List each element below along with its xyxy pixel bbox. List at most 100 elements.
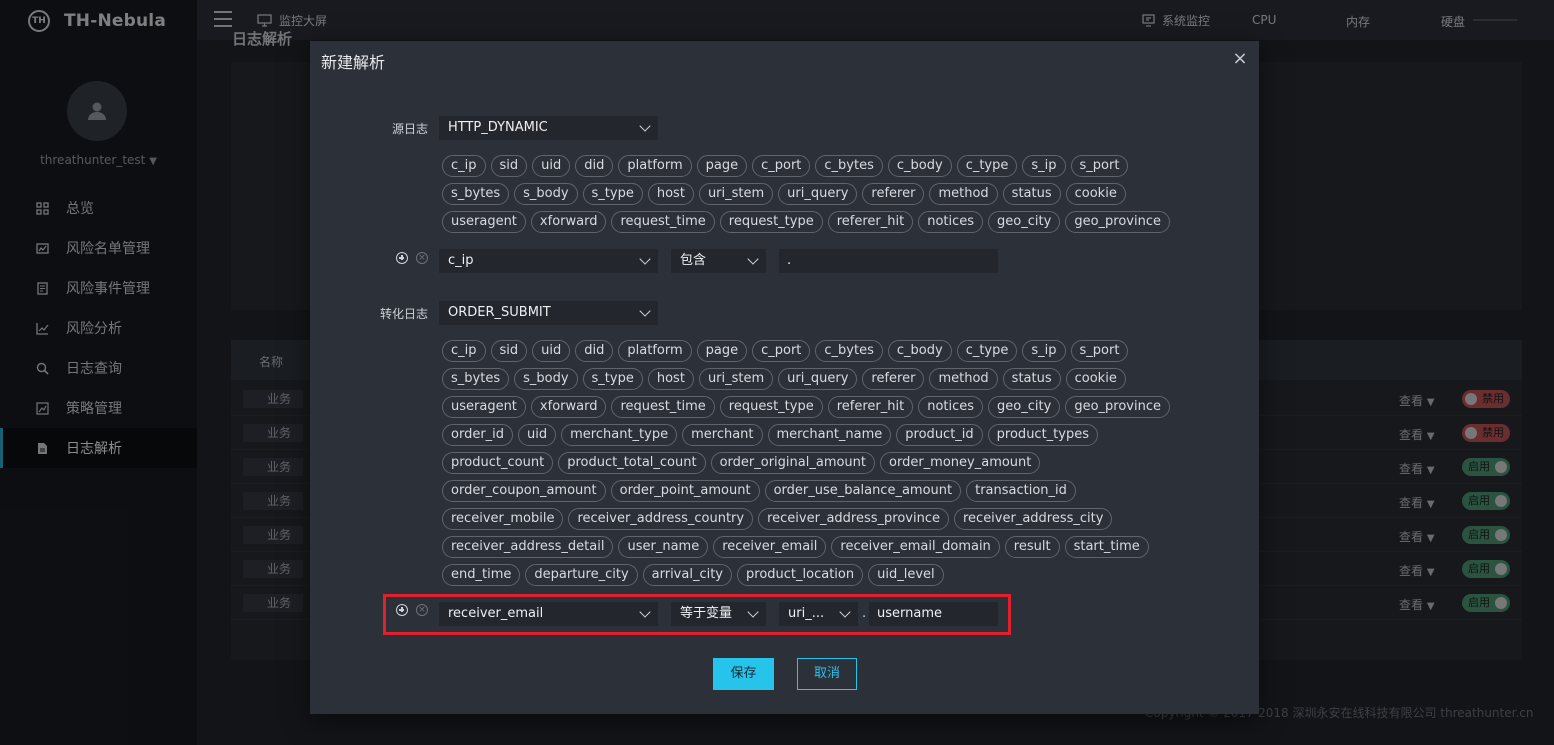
field-tag[interactable]: product_types	[987, 424, 1098, 446]
field-tag[interactable]: s_ip	[1022, 340, 1066, 362]
field-tag[interactable]: uri_query	[778, 368, 858, 390]
field-tag[interactable]: receiver_email_domain	[831, 536, 1000, 558]
field-tag[interactable]: uid_level	[868, 564, 944, 586]
field-tag[interactable]: c_bytes	[815, 155, 883, 177]
field-tag[interactable]: c_type	[956, 155, 1018, 177]
field-tag[interactable]: start_time	[1064, 536, 1149, 558]
field-tag[interactable]: arrival_city	[642, 564, 733, 586]
field-tag[interactable]: method	[929, 368, 998, 390]
close-icon[interactable]: ×	[1232, 48, 1248, 69]
field-tag[interactable]: s_port	[1070, 155, 1129, 177]
field-tag[interactable]: referer	[862, 183, 925, 205]
field-tag[interactable]: c_type	[956, 340, 1018, 362]
field-tag[interactable]: result	[1004, 536, 1060, 558]
field-tag[interactable]: product_total_count	[558, 452, 706, 474]
target-rule-field-select[interactable]: receiver_email	[439, 602, 658, 626]
field-tag[interactable]: c_ip	[442, 340, 486, 362]
field-tag[interactable]: c_body	[887, 340, 952, 362]
field-tag[interactable]: method	[929, 183, 998, 205]
field-tag[interactable]: product_location	[737, 564, 864, 586]
field-tag[interactable]: merchant_name	[767, 424, 892, 446]
field-tag[interactable]: request_type	[719, 396, 823, 418]
field-tag[interactable]: end_time	[442, 564, 521, 586]
field-tag[interactable]: did	[575, 155, 614, 177]
field-tag[interactable]: transaction_id	[966, 480, 1076, 502]
field-tag[interactable]: receiver_address_country	[568, 508, 754, 530]
field-tag[interactable]: notices	[918, 211, 984, 233]
target-rule-var-name-input[interactable]: username	[869, 602, 998, 626]
field-tag[interactable]: host	[647, 183, 694, 205]
remove-condition-icon[interactable]: ×	[416, 604, 428, 616]
field-tag[interactable]: xforward	[530, 396, 607, 418]
field-tag[interactable]: geo_city	[988, 211, 1061, 233]
remove-condition-icon[interactable]: ×	[416, 252, 428, 264]
field-tag[interactable]: uri_stem	[698, 368, 774, 390]
field-tag[interactable]: receiver_address_city	[953, 508, 1113, 530]
field-tag[interactable]: c_port	[752, 155, 811, 177]
field-tag[interactable]: did	[575, 340, 614, 362]
field-tag[interactable]: c_body	[887, 155, 952, 177]
field-tag[interactable]: s_body	[514, 368, 578, 390]
cancel-button[interactable]: 取消	[797, 658, 857, 690]
field-tag[interactable]: uri_query	[778, 183, 858, 205]
field-tag[interactable]: s_bytes	[442, 183, 510, 205]
target-rule-var-source-select[interactable]: uri_...	[779, 602, 858, 626]
field-tag[interactable]: geo_province	[1065, 211, 1170, 233]
field-tag[interactable]: order_id	[442, 424, 514, 446]
field-tag[interactable]: request_time	[611, 396, 715, 418]
field-tag[interactable]: useragent	[442, 211, 526, 233]
field-tag[interactable]: c_ip	[442, 155, 486, 177]
field-tag[interactable]: uri_stem	[698, 183, 774, 205]
field-tag[interactable]: product_count	[442, 452, 554, 474]
field-tag[interactable]: product_id	[896, 424, 983, 446]
field-tag[interactable]: departure_city	[525, 564, 638, 586]
field-tag[interactable]: platform	[618, 340, 692, 362]
field-tag[interactable]: request_type	[719, 211, 823, 233]
field-tag[interactable]: receiver_mobile	[442, 508, 564, 530]
field-tag[interactable]: s_type	[582, 183, 643, 205]
field-tag[interactable]: cookie	[1065, 183, 1126, 205]
field-tag[interactable]: sid	[490, 340, 528, 362]
field-tag[interactable]: merchant_type	[561, 424, 678, 446]
field-tag[interactable]: cookie	[1065, 368, 1126, 390]
source-rule-value-input[interactable]: .	[779, 249, 998, 273]
target-log-select[interactable]: ORDER_SUBMIT	[439, 301, 658, 325]
add-condition-icon[interactable]	[396, 252, 408, 264]
field-tag[interactable]: status	[1002, 368, 1061, 390]
field-tag[interactable]: order_original_amount	[710, 452, 876, 474]
field-tag[interactable]: platform	[618, 155, 692, 177]
field-tag[interactable]: xforward	[530, 211, 607, 233]
field-tag[interactable]: order_coupon_amount	[442, 480, 606, 502]
field-tag[interactable]: page	[696, 340, 748, 362]
field-tag[interactable]: order_use_balance_amount	[764, 480, 962, 502]
field-tag[interactable]: host	[647, 368, 694, 390]
field-tag[interactable]: receiver_email	[713, 536, 827, 558]
field-tag[interactable]: s_type	[582, 368, 643, 390]
field-tag[interactable]: receiver_address_province	[758, 508, 949, 530]
field-tag[interactable]: c_bytes	[815, 340, 883, 362]
field-tag[interactable]: referer_hit	[827, 396, 914, 418]
field-tag[interactable]: geo_city	[988, 396, 1061, 418]
field-tag[interactable]: c_port	[752, 340, 811, 362]
field-tag[interactable]: status	[1002, 183, 1061, 205]
field-tag[interactable]: merchant	[682, 424, 763, 446]
field-tag[interactable]: sid	[490, 155, 528, 177]
field-tag[interactable]: receiver_address_detail	[442, 536, 614, 558]
field-tag[interactable]: notices	[918, 396, 984, 418]
field-tag[interactable]: order_money_amount	[880, 452, 1041, 474]
field-tag[interactable]: s_bytes	[442, 368, 510, 390]
field-tag[interactable]: uid	[518, 424, 557, 446]
field-tag[interactable]: referer	[862, 368, 925, 390]
field-tag[interactable]: geo_province	[1065, 396, 1170, 418]
save-button[interactable]: 保存	[713, 658, 774, 690]
field-tag[interactable]: uid	[532, 340, 571, 362]
field-tag[interactable]: request_time	[611, 211, 715, 233]
add-condition-icon[interactable]	[396, 604, 408, 616]
field-tag[interactable]: order_point_amount	[610, 480, 760, 502]
field-tag[interactable]: uid	[532, 155, 571, 177]
field-tag[interactable]: s_body	[514, 183, 578, 205]
field-tag[interactable]: s_ip	[1022, 155, 1066, 177]
field-tag[interactable]: referer_hit	[827, 211, 914, 233]
field-tag[interactable]: s_port	[1070, 340, 1129, 362]
source-rule-op-select[interactable]: 包含	[671, 249, 766, 273]
